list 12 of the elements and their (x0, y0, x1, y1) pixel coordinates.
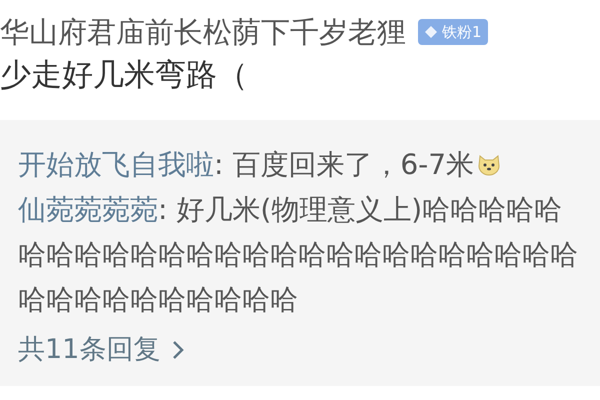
reply-user-name[interactable]: 开始放飞自我啦 (18, 150, 214, 178)
user-name[interactable]: 华山府君庙前长松荫下千岁老狸 (0, 18, 406, 46)
chevron-right-icon (172, 340, 184, 360)
reply-text: 哈哈哈哈哈哈哈哈哈哈哈哈哈哈哈哈哈哈哈哈 (18, 240, 578, 268)
reply-user-name[interactable]: 仙菀菀菀菀 (18, 196, 158, 224)
post-text: 少走好几米弯路（ (0, 56, 249, 94)
fan-level-badge: 铁粉1 (418, 19, 488, 45)
more-replies-link[interactable]: 共11条回复 (18, 336, 184, 363)
diamond-icon (424, 25, 438, 39)
reply-text: : 百度回来了，6-7米 (214, 150, 474, 178)
reply-text: 哈哈哈哈哈哈哈哈哈哈 (18, 286, 298, 314)
reply-text: : 好几米(物理意义上)哈哈哈哈哈 (158, 196, 562, 224)
